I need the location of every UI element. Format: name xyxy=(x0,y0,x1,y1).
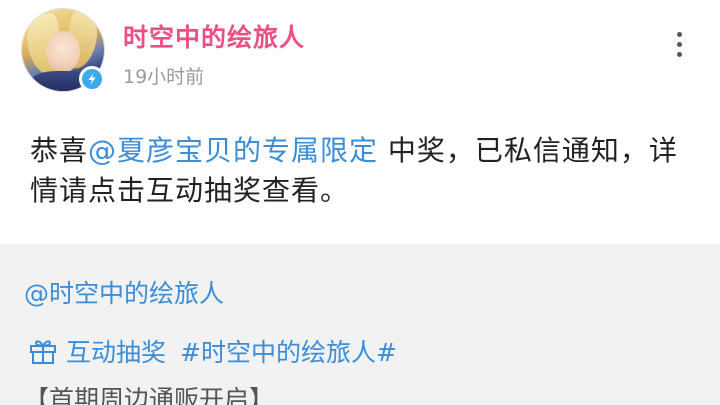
author-avatar[interactable] xyxy=(22,9,105,92)
post-header: 时空中的绘旅人 19小时前 xyxy=(0,0,720,110)
post-content: 恭喜@夏彦宝贝的专属限定 中奖，已私信通知，详情请点击互动抽奖查看。 xyxy=(30,131,690,211)
lottery-link-row[interactable]: 互动抽奖 #时空中的绘旅人# xyxy=(28,333,397,369)
repost-card[interactable]: @时空中的绘旅人 互动抽奖 #时空中的绘旅人# 【首期周边通贩开启】 xyxy=(0,244,720,405)
more-vertical-icon xyxy=(676,31,682,37)
gift-icon xyxy=(28,337,58,365)
topic-tag-link[interactable]: #时空中的绘旅人# xyxy=(180,333,397,369)
lottery-label[interactable]: 互动抽奖 xyxy=(66,333,166,369)
author-name[interactable]: 时空中的绘旅人 xyxy=(123,18,305,54)
post-text-prefix: 恭喜 xyxy=(30,134,89,167)
post-timestamp: 19小时前 xyxy=(123,66,205,88)
repost-text: 【首期周边通贩开启】 xyxy=(24,385,275,405)
repost-author-link[interactable]: @时空中的绘旅人 xyxy=(24,274,224,310)
more-options-button[interactable] xyxy=(664,22,694,66)
verified-check-icon xyxy=(79,66,105,92)
user-mention-link[interactable]: @夏彦宝贝的专属限定 xyxy=(88,134,378,167)
